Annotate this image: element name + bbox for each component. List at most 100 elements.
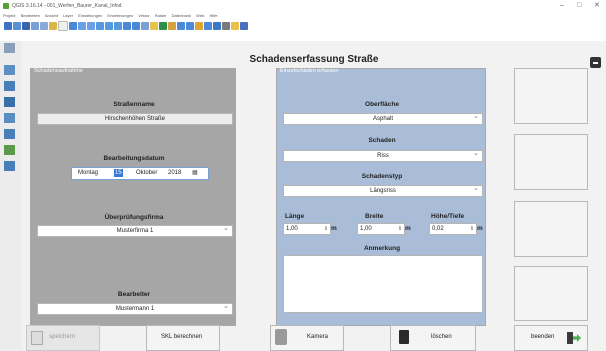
note-textarea[interactable] <box>283 255 483 313</box>
save-as-icon[interactable] <box>31 22 39 30</box>
height-depth-value: 0,02 <box>432 226 444 232</box>
open-project-icon[interactable] <box>13 22 21 30</box>
maximize-button[interactable]: □ <box>577 0 581 12</box>
menu-vektor[interactable]: Vektor <box>138 13 149 18</box>
new-map-view-icon[interactable] <box>141 22 149 30</box>
quit-button[interactable]: beenden <box>514 325 588 351</box>
street-name-field[interactable]: Hirschenhöhen Straße <box>37 113 233 125</box>
menu-einstellungen[interactable]: Einstellungen <box>78 13 102 18</box>
print-layout-icon[interactable] <box>40 22 48 30</box>
menu-bearbeiten[interactable]: Bearbeiten <box>21 13 40 18</box>
menu-datenbank[interactable]: Datenbank <box>172 13 191 18</box>
add-raster-layer-icon[interactable] <box>4 81 15 91</box>
bookmark-icon[interactable] <box>150 22 158 30</box>
annotation-icon[interactable] <box>231 22 239 30</box>
pan-to-selection-icon[interactable] <box>69 22 77 30</box>
width-value: 1,00 <box>360 226 372 232</box>
editor-label: Bearbeiter <box>117 291 151 298</box>
calendar-dropdown-icon[interactable]: ▦ <box>192 168 198 179</box>
menu-web[interactable]: Web <box>196 13 204 18</box>
layout-manager-icon[interactable] <box>49 22 57 30</box>
add-wfs-layer-icon[interactable] <box>4 145 15 155</box>
zoom-selection-icon[interactable] <box>114 22 122 30</box>
date-day[interactable]: 15 <box>114 169 123 177</box>
zoom-layer-icon[interactable] <box>105 22 113 30</box>
height-spin-arrows-icon[interactable]: ⇕ <box>470 224 474 234</box>
menu-hilfe[interactable]: Hilfe <box>209 13 217 18</box>
camera-icon <box>275 329 287 345</box>
damage-combo[interactable]: Riss <box>283 149 483 162</box>
photo-slot-3[interactable] <box>514 201 588 257</box>
date-year: 2018 <box>168 170 182 176</box>
inspection-company-combo[interactable]: Musterfirma 1 <box>37 224 233 237</box>
menu-bar: Projekt Bearbeiten Ansicht Layer Einstel… <box>0 12 606 19</box>
save-project-icon[interactable] <box>22 22 30 30</box>
zoom-last-icon[interactable] <box>123 22 131 30</box>
zoom-out-icon[interactable] <box>87 22 95 30</box>
length-label: Länge <box>285 213 305 220</box>
delete-button[interactable]: löschen <box>390 325 476 351</box>
refresh-icon[interactable] <box>159 22 167 30</box>
minimize-button[interactable]: – <box>560 0 564 12</box>
menu-projekt[interactable]: Projekt <box>3 13 15 18</box>
width-spin-arrows-icon[interactable]: ⇕ <box>398 224 402 234</box>
damage-recording-panel: Schadensaufnahme Straßenname Hirschenhöh… <box>30 68 236 326</box>
width-unit: m <box>405 225 411 232</box>
menu-erweiterungen[interactable]: Erweiterungen <box>107 13 133 18</box>
quit-button-label: beenden <box>531 334 555 340</box>
add-spatialite-layer-icon[interactable] <box>4 113 15 123</box>
date-weekday: Montag <box>78 170 99 176</box>
save-button-label: speichern <box>49 334 76 340</box>
zoom-full-icon[interactable] <box>96 22 104 30</box>
statistics-icon[interactable] <box>213 22 221 30</box>
data-source-manager-icon[interactable] <box>4 43 15 53</box>
damage-label: Schaden <box>368 137 396 144</box>
photo-slot-1[interactable] <box>514 68 588 124</box>
zoom-in-icon[interactable] <box>78 22 86 30</box>
panel-legend-einzelschaeden: Einzelschäden erfassen <box>280 68 339 74</box>
photo-slot-2[interactable] <box>514 134 588 190</box>
pan-icon[interactable] <box>58 21 68 31</box>
editor-combo[interactable]: Mustermann 1 <box>37 302 233 315</box>
save-button[interactable]: speichern <box>26 325 100 351</box>
close-button[interactable]: ✕ <box>594 0 600 12</box>
camera-button-label: Kamera <box>307 334 329 340</box>
select-features-icon[interactable] <box>177 22 185 30</box>
damage-type-combo[interactable]: Längsriss <box>283 184 483 197</box>
camera-button[interactable]: Kamera <box>270 325 344 351</box>
skl-calculate-button[interactable]: SKL berechnen <box>146 325 220 351</box>
add-csv-layer-icon[interactable] <box>4 161 15 171</box>
add-postgis-layer-icon[interactable] <box>4 97 15 107</box>
window-title-bar: QGIS 3.16.14 - 001_Werfen_Baurer_Kanal_I… <box>0 0 606 12</box>
length-spinbox[interactable]: 1,00 ⇕ <box>283 223 331 235</box>
main-toolbar <box>0 19 606 33</box>
qgis-app-icon <box>3 3 9 9</box>
measure-icon[interactable] <box>222 22 230 30</box>
width-spinbox[interactable]: 1,00 ⇕ <box>357 223 405 235</box>
street-name-label: Straßenname <box>113 101 155 108</box>
edit-date-picker[interactable]: Montag 15 Oktober 2018 ▦ <box>71 167 209 180</box>
photo-slot-4[interactable] <box>514 266 588 321</box>
dialog-title: Schadenserfassung Straße <box>249 54 379 65</box>
length-spin-arrows-icon[interactable]: ⇕ <box>324 224 328 234</box>
damage-type-label: Schadenstyp <box>361 173 403 180</box>
damage-recording-dialog: Schadenserfassung Straße Schadensaufnahm… <box>22 41 606 351</box>
edit-date-label: Bearbeitungsdatum <box>103 155 165 162</box>
menu-layer[interactable]: Layer <box>63 13 73 18</box>
window-title: QGIS 3.16.14 - 001_Werfen_Baurer_Kanal_I… <box>12 3 122 9</box>
exit-arrow-icon <box>573 334 581 342</box>
zoom-next-icon[interactable] <box>132 22 140 30</box>
new-project-icon[interactable] <box>4 22 12 30</box>
height-depth-spinbox[interactable]: 0,02 ⇕ <box>429 223 477 235</box>
add-vector-layer-icon[interactable] <box>4 65 15 75</box>
identify-icon[interactable] <box>168 22 176 30</box>
map-tips-icon[interactable] <box>240 22 248 30</box>
field-calculator-icon[interactable] <box>195 22 203 30</box>
add-wms-layer-icon[interactable] <box>4 129 15 139</box>
deselect-icon[interactable] <box>186 22 194 30</box>
menu-raster[interactable]: Raster <box>155 13 167 18</box>
attribute-table-icon[interactable] <box>204 22 212 30</box>
collapse-button[interactable] <box>590 57 601 68</box>
menu-ansicht[interactable]: Ansicht <box>45 13 58 18</box>
surface-combo[interactable]: Asphalt <box>283 112 483 125</box>
